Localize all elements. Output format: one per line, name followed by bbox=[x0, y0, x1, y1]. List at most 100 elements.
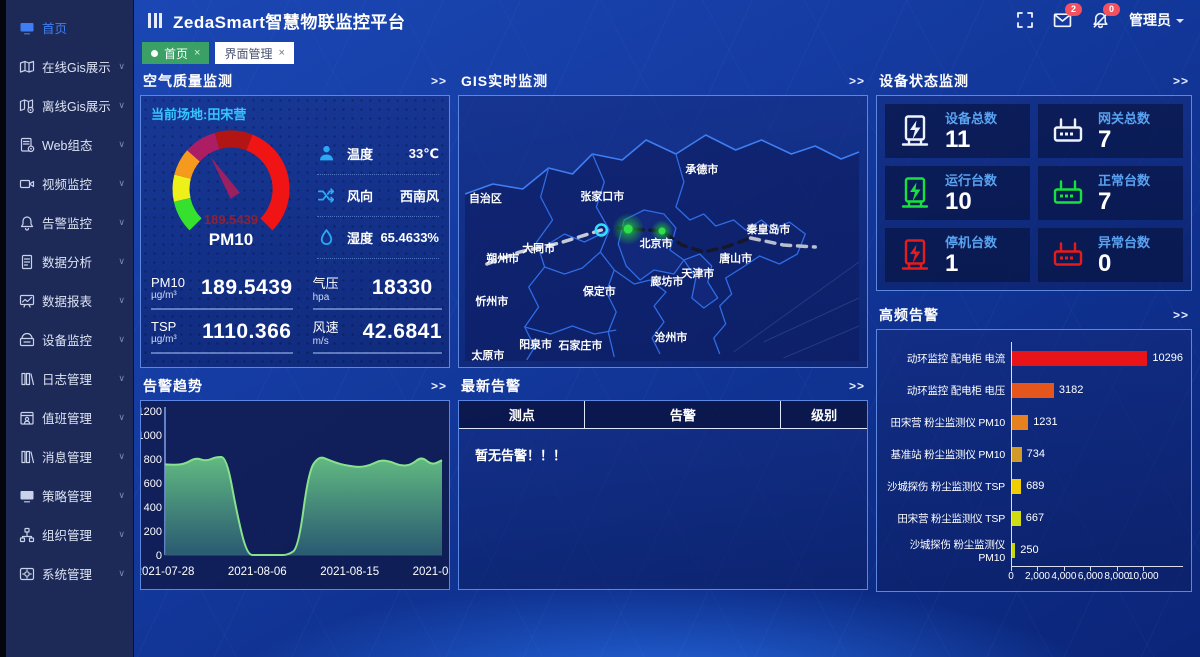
fullscreen-icon[interactable] bbox=[1016, 11, 1034, 29]
org-chart-icon bbox=[19, 527, 35, 543]
city-label: 太原市 bbox=[470, 348, 504, 361]
water-drop-icon bbox=[317, 228, 341, 247]
sidebar-item-8[interactable]: 设备监控∨ bbox=[6, 320, 133, 359]
air-stat-0: PM10µg/m³189.5439 bbox=[151, 266, 293, 310]
city-label: 石家庄市 bbox=[558, 338, 603, 352]
alarm-trend-chart: 0200400600800100012002021-07-282021-08-0… bbox=[140, 400, 450, 590]
svg-text:PM10: PM10 bbox=[209, 230, 253, 249]
sidebar-item-9[interactable]: 日志管理∨ bbox=[6, 359, 133, 398]
table-column-header-0: 测点 bbox=[459, 401, 585, 428]
latest-panel-more-link[interactable]: >> bbox=[849, 379, 865, 393]
device-stat-label: 停机台数 bbox=[945, 232, 997, 251]
sidebar-item-label: Web组态 bbox=[42, 135, 116, 154]
city-label: 北京市 bbox=[640, 236, 673, 250]
sidebar-item-4[interactable]: 视频监控∨ bbox=[6, 164, 133, 203]
city-label: 忻州市 bbox=[475, 294, 508, 308]
weather-rows: 温度33℃风向西南风湿度65.4633% bbox=[317, 123, 439, 264]
air-panel-title: 空气质量监测 bbox=[143, 71, 233, 91]
topbar-actions: 2 0 管理员 bbox=[1016, 10, 1184, 30]
sidebar-item-11[interactable]: 消息管理∨ bbox=[6, 437, 133, 476]
sidebar-item-3[interactable]: Web组态∨ bbox=[6, 125, 133, 164]
weather-label: 湿度 bbox=[347, 228, 380, 247]
trend-panel-more-link[interactable]: >> bbox=[431, 379, 447, 393]
sidebar-item-0[interactable]: 首页 bbox=[6, 8, 133, 47]
sidebar-item-label: 设备监控 bbox=[42, 330, 116, 349]
device-panel-title: 设备状态监测 bbox=[879, 71, 969, 91]
tab-bar: 首页× 界面管理× bbox=[134, 40, 1200, 66]
bar-row-4: 沙城探伤 粉尘监测仪 TSP689 bbox=[885, 470, 1183, 502]
weather-row-0: 温度33℃ bbox=[317, 133, 439, 175]
city-label: 沧州市 bbox=[655, 330, 688, 344]
chevron-down-icon: ∨ bbox=[118, 100, 125, 111]
sidebar-item-label: 数据分析 bbox=[42, 252, 116, 271]
mail-icon[interactable]: 2 bbox=[1053, 11, 1072, 30]
tab-0[interactable]: 首页× bbox=[142, 42, 209, 64]
high-freq-alarm-chart: 动环监控 配电柜 电流10296动环监控 配电柜 电压3182田宋营 粉尘监测仪… bbox=[876, 329, 1192, 592]
chevron-down-icon: ∨ bbox=[118, 412, 125, 423]
bar-chart-x-axis: 02,0004,0006,0008,00010,000 bbox=[1011, 566, 1183, 587]
tab-close-icon[interactable]: × bbox=[194, 47, 200, 59]
air-panel-more-link[interactable]: >> bbox=[431, 74, 447, 88]
table-header-row: 测点告警级别 bbox=[459, 401, 867, 429]
weather-label: 风向 bbox=[347, 186, 400, 205]
sidebar-item-5[interactable]: 告警监控∨ bbox=[6, 203, 133, 242]
user-label: 管理员 bbox=[1129, 10, 1171, 30]
device-stat-label: 设备总数 bbox=[945, 108, 997, 127]
x-axis-tick-label: 4,000 bbox=[1051, 571, 1076, 582]
user-menu[interactable]: 管理员 bbox=[1129, 10, 1184, 30]
table-column-header-2: 级别 bbox=[781, 401, 867, 428]
city-label: 张家口市 bbox=[580, 189, 624, 203]
chevron-down-icon: ∨ bbox=[118, 490, 125, 501]
topbar: ZedaSmart智慧物联监控平台 2 0 管理员 bbox=[134, 0, 1200, 40]
gis-panel-more-link[interactable]: >> bbox=[849, 74, 865, 88]
sidebar-item-10[interactable]: 值班管理∨ bbox=[6, 398, 133, 437]
sidebar-item-label: 值班管理 bbox=[42, 408, 116, 427]
freq-panel-more-link[interactable]: >> bbox=[1173, 308, 1189, 322]
sidebar-item-14[interactable]: 系统管理∨ bbox=[6, 554, 133, 593]
bar-category-label: 沙城探伤 粉尘监测仪 TSP bbox=[885, 479, 1011, 494]
sidebar-item-label: 视频监控 bbox=[42, 174, 116, 193]
tab-close-icon[interactable]: × bbox=[278, 47, 284, 59]
screen-icon bbox=[19, 488, 35, 504]
stat-value: 42.6841 bbox=[363, 320, 442, 344]
bar-category-label: 基准站 粉尘监测仪 PM10 bbox=[885, 447, 1011, 462]
charging-pile-icon bbox=[897, 237, 933, 273]
bar-row-5: 田宋营 粉尘监测仪 TSP667 bbox=[885, 502, 1183, 534]
tab-1[interactable]: 界面管理× bbox=[215, 42, 293, 64]
chevron-down-icon bbox=[1176, 19, 1184, 27]
sidebar-item-6[interactable]: 数据分析∨ bbox=[6, 242, 133, 281]
city-label: 廊坊市 bbox=[651, 274, 684, 288]
weather-label: 温度 bbox=[347, 144, 409, 163]
chevron-down-icon: ∨ bbox=[118, 334, 125, 345]
weather-value: 65.4633% bbox=[380, 230, 439, 245]
map-gear-icon bbox=[19, 98, 35, 114]
svg-text:0: 0 bbox=[156, 550, 162, 562]
sidebar-item-label: 系统管理 bbox=[42, 564, 116, 583]
chevron-down-icon: ∨ bbox=[118, 217, 125, 228]
device-stat-value: 11 bbox=[945, 127, 997, 153]
map-icon bbox=[19, 59, 35, 75]
svg-text:2021-08-06: 2021-08-06 bbox=[228, 566, 287, 578]
weather-row-1: 风向西南风 bbox=[317, 175, 439, 217]
document-icon bbox=[19, 254, 35, 270]
sidebar-item-label: 数据报表 bbox=[42, 291, 116, 310]
home-screen-icon bbox=[19, 20, 35, 36]
sidebar-item-label: 策略管理 bbox=[42, 486, 116, 505]
air-stat-3: 风速m/s42.6841 bbox=[313, 310, 442, 354]
sidebar-item-12[interactable]: 策略管理∨ bbox=[6, 476, 133, 515]
device-panel-more-link[interactable]: >> bbox=[1173, 74, 1189, 88]
sidebar-item-1[interactable]: 在线Gis展示∨ bbox=[6, 47, 133, 86]
collapse-menu-icon[interactable] bbox=[148, 13, 162, 28]
device-stat-card-0: 设备总数11 bbox=[885, 104, 1030, 158]
sidebar-item-2[interactable]: 离线Gis展示∨ bbox=[6, 86, 133, 125]
stat-unit: µg/m³ bbox=[151, 290, 201, 301]
sidebar-item-label: 消息管理 bbox=[42, 447, 116, 466]
city-label: 阳泉市 bbox=[519, 337, 552, 351]
bell-mute-icon[interactable]: 0 bbox=[1091, 11, 1110, 30]
sidebar-item-7[interactable]: 数据报表∨ bbox=[6, 281, 133, 320]
sidebar-item-13[interactable]: 组织管理∨ bbox=[6, 515, 133, 554]
bar-category-label: 动环监控 配电柜 电流 bbox=[885, 351, 1011, 366]
gateway-router-icon bbox=[1050, 237, 1086, 273]
sidebar-item-label: 在线Gis展示 bbox=[42, 57, 116, 76]
charging-pile-icon bbox=[897, 113, 933, 149]
